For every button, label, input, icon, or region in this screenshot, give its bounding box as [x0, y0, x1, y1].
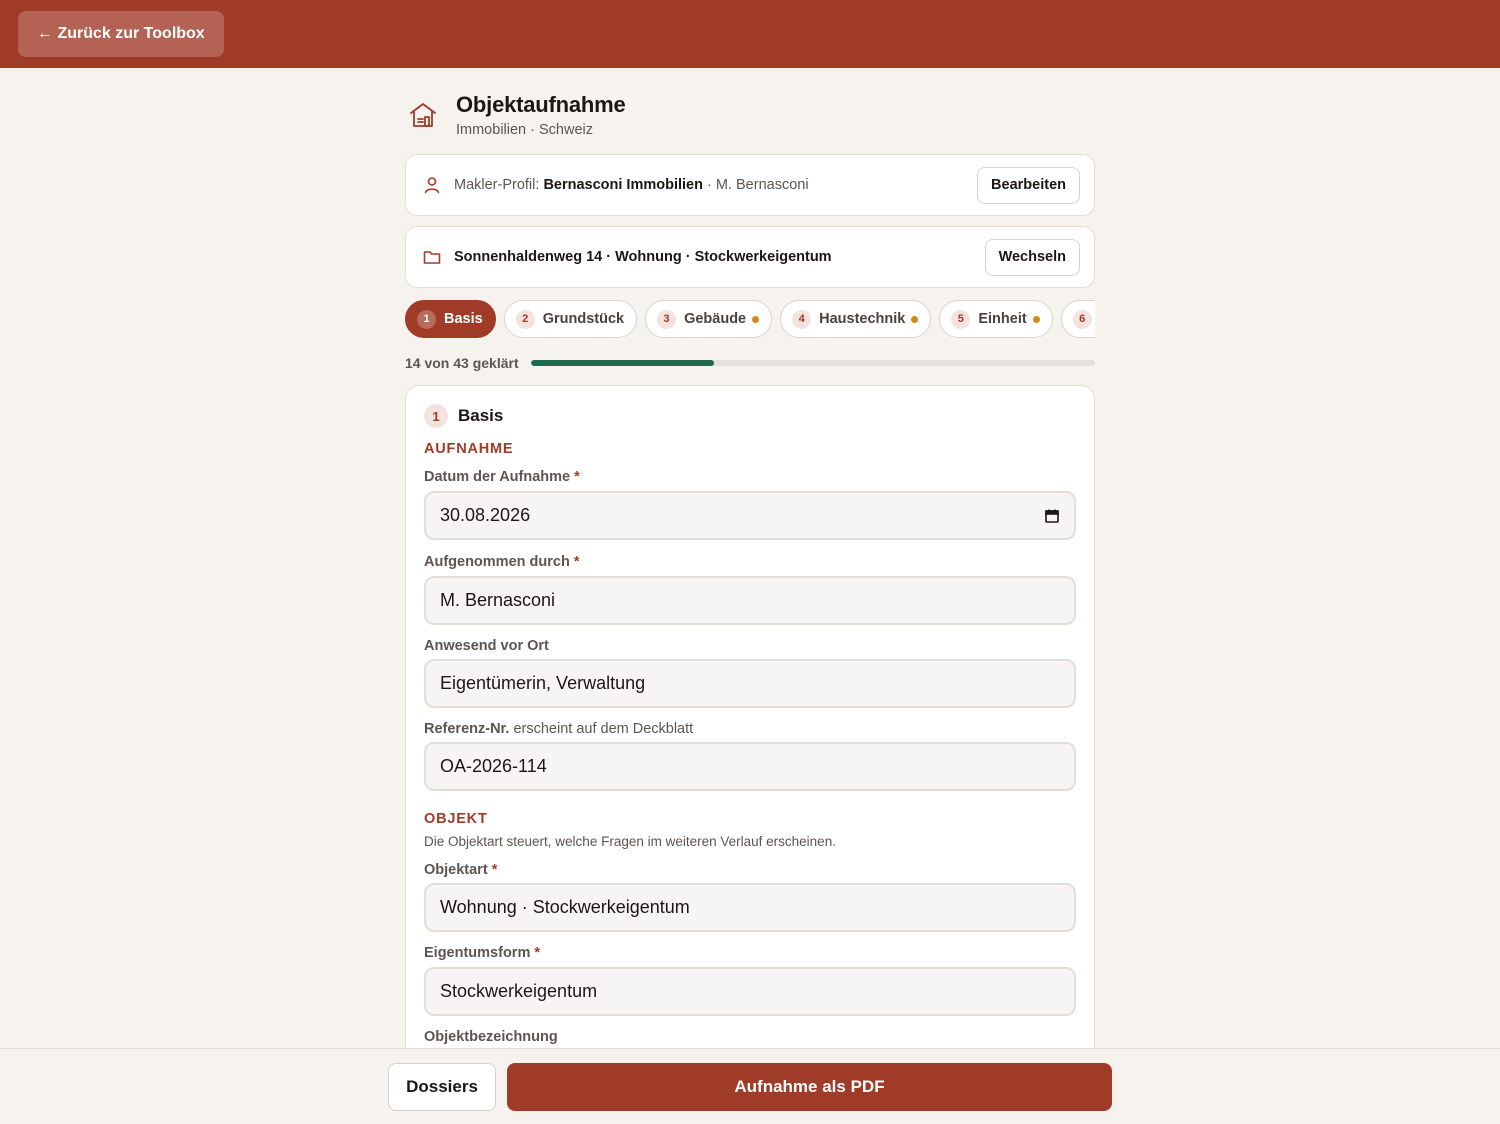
- date-label: Datum der Aufnahme *: [424, 469, 580, 485]
- object-type-value: Wohnung · Stockwerkeigentum: [440, 897, 690, 917]
- tab-basis[interactable]: 1 Basis: [405, 300, 496, 338]
- by-label-text: Aufgenommen durch: [424, 554, 570, 570]
- present-label: Anwesend vor Ort: [424, 638, 549, 654]
- step-number: 6: [1072, 309, 1092, 329]
- present-input[interactable]: Eigentümerin, Verwaltung: [424, 659, 1076, 708]
- date-field[interactable]: 30.08.2026: [424, 491, 1076, 540]
- ownership-label: Eigentumsform *: [424, 945, 540, 961]
- step-label: Grundstück: [542, 311, 625, 327]
- step-label: Basis: [444, 311, 483, 327]
- object-type-select[interactable]: Wohnung · Stockwerkeigentum: [424, 883, 1076, 932]
- step-label: Haustechnik: [819, 311, 906, 327]
- dossiers-button[interactable]: Dossiers: [388, 1063, 496, 1111]
- tab-gebaeude[interactable]: 3 Gebäude: [645, 300, 773, 338]
- broker-profile-card: Makler-Profil: Bernasconi Immobilien · M…: [405, 154, 1095, 216]
- tab-grundstueck[interactable]: 2 Grundstück: [503, 300, 638, 338]
- progress-bar: [530, 360, 1095, 366]
- progress-label: 14 von 43 geklärt: [405, 355, 519, 371]
- section-title: Basis: [458, 406, 504, 425]
- broker-profile-text: Makler-Profil: Bernasconi Immobilien · M…: [454, 177, 977, 193]
- ownership-value: Stockwerkeigentum: [440, 981, 598, 1001]
- step-number: 3: [657, 309, 677, 329]
- tab-haustechnik[interactable]: 4 Haustechnik: [780, 300, 932, 338]
- back-to-toolbox-button[interactable]: ← Zurück zur Toolbox: [18, 11, 224, 57]
- recorded-by-value: M. Bernasconi: [440, 590, 556, 610]
- group-label-aufnahme: AUFNAHME: [424, 441, 514, 457]
- type-label: Objektart *: [424, 862, 497, 878]
- folder-icon: [423, 251, 441, 264]
- tab-einheit[interactable]: 5 Einheit: [939, 300, 1053, 338]
- by-label: Aufgenommen durch *: [424, 554, 580, 570]
- dossier-title: Sonnenhaldenweg 14 · Wohnung · Stockwerk…: [454, 249, 832, 265]
- present-value: Eigentümerin, Verwaltung: [440, 673, 646, 693]
- bottom-bar: Dossiers Aufnahme als PDF: [0, 1048, 1500, 1124]
- step-label: Einheit: [978, 311, 1027, 327]
- section-header: 1 Basis: [424, 404, 503, 428]
- step-label: Gebäude: [684, 311, 747, 327]
- edit-profile-button[interactable]: Bearbeiten: [977, 166, 1080, 204]
- calendar-icon[interactable]: [1044, 508, 1060, 524]
- export-pdf-button[interactable]: Aufnahme als PDF: [507, 1063, 1112, 1111]
- switch-dossier-button[interactable]: Wechseln: [984, 238, 1080, 276]
- step-number: 4: [792, 309, 812, 329]
- house-icon: [410, 103, 436, 127]
- pending-dot-icon: [752, 315, 760, 323]
- progress-fill: [530, 360, 715, 366]
- group-label-objekt: OBJEKT: [424, 811, 488, 827]
- required-mark: *: [534, 945, 541, 961]
- recorded-by-input[interactable]: M. Bernasconi: [424, 576, 1076, 625]
- required-mark: *: [573, 554, 580, 570]
- profile-company: Bernasconi Immobilien: [543, 177, 703, 193]
- section-number: 1: [424, 404, 448, 428]
- back-label: ← Zurück zur Toolbox: [37, 25, 205, 42]
- pending-dot-icon: [1032, 315, 1040, 323]
- reference-note: erscheint auf dem Deckblatt: [509, 721, 694, 737]
- progress-row: 14 von 43 geklärt: [405, 355, 1095, 371]
- step-number: 1: [417, 309, 436, 329]
- reference-input[interactable]: OA-2026-114: [424, 742, 1076, 791]
- date-label-text: Datum der Aufnahme: [424, 469, 571, 485]
- reference-value: OA-2026-114: [440, 756, 547, 776]
- step-tabs: 1 Basis 2 Grundstück 3 Gebäude 4 Haustec…: [405, 300, 1095, 340]
- section-card: 1 Basis AUFNAHME Datum der Aufnahme * 30…: [405, 385, 1095, 1085]
- designation-label: Objektbezeichnung: [424, 1029, 558, 1045]
- pending-dot-icon: [911, 315, 919, 323]
- reference-label-text: Referenz-Nr.: [424, 721, 510, 737]
- reference-label: Referenz-Nr. erscheint auf dem Deckblatt: [424, 721, 693, 737]
- step-number: 2: [515, 309, 535, 329]
- page-header: Objektaufnahme Immobilien · Schweiz: [408, 92, 626, 138]
- date-value: 30.08.2026: [440, 505, 531, 525]
- user-icon: [424, 177, 440, 194]
- ownership-select[interactable]: Stockwerkeigentum: [424, 967, 1076, 1016]
- required-mark: *: [491, 862, 498, 878]
- type-label-text: Objektart: [424, 862, 488, 878]
- ownership-label-text: Eigentumsform: [424, 945, 531, 961]
- dossier-card: Sonnenhaldenweg 14 · Wohnung · Stockwerk…: [405, 226, 1095, 288]
- page-subtitle: Immobilien · Schweiz: [456, 122, 593, 138]
- profile-prefix: Makler-Profil:: [454, 177, 544, 193]
- tab-step-6[interactable]: 6 Zu: [1060, 300, 1095, 338]
- step-number: 5: [951, 309, 971, 329]
- top-bar: ← Zurück zur Toolbox: [0, 0, 1500, 68]
- page-title: Objektaufnahme: [456, 92, 626, 117]
- group-hint-objekt: Die Objektart steuert, welche Fragen im …: [424, 834, 836, 849]
- profile-agent: · M. Bernasconi: [702, 177, 809, 193]
- required-mark: *: [574, 469, 580, 485]
